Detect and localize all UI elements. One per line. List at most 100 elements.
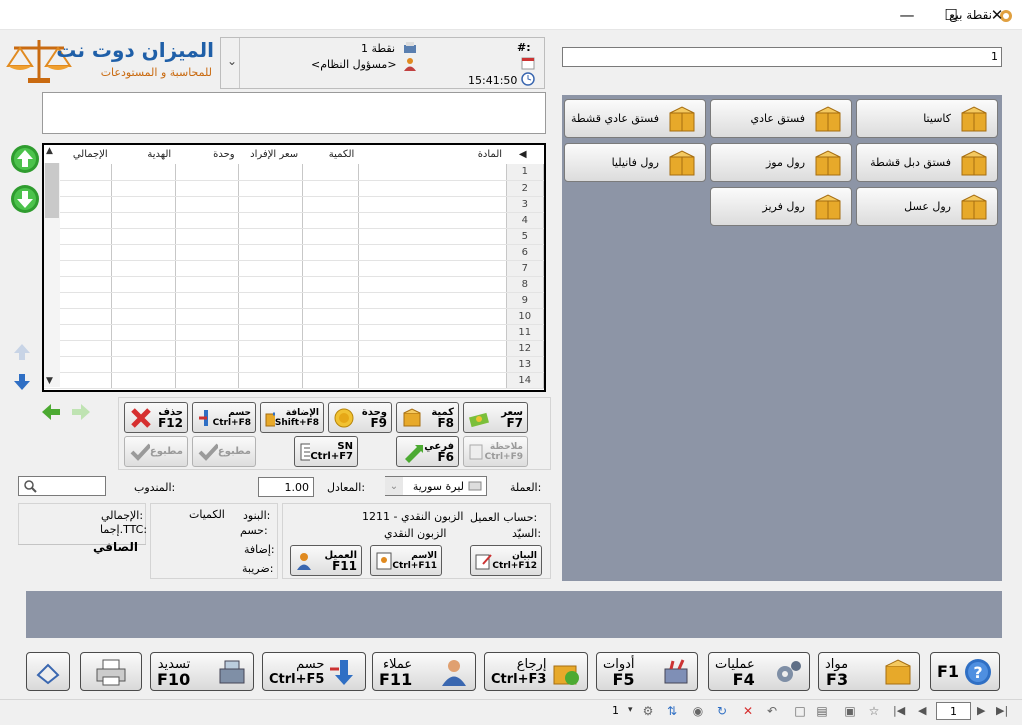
grid-cell[interactable] xyxy=(358,164,507,181)
grid-cell[interactable] xyxy=(302,180,359,197)
next-invoice-icon[interactable] xyxy=(70,402,92,422)
prev-invoice-icon[interactable] xyxy=(40,402,62,422)
grid-cell[interactable] xyxy=(358,340,507,357)
items-grid[interactable]: ◀ المادة الكمية سعر الإفراد وحدة الهدية الإجما… xyxy=(42,143,546,392)
price-button[interactable]: سعر F7 xyxy=(463,402,528,433)
grid-cell[interactable] xyxy=(175,260,240,277)
close-button[interactable]: ✕ xyxy=(974,0,1020,30)
grid-cell[interactable] xyxy=(175,292,240,309)
grid-cell[interactable] xyxy=(238,228,303,245)
operations-button[interactable]: عمليات F4 xyxy=(708,652,810,691)
minimize-button[interactable]: — xyxy=(884,0,930,30)
grid-cell[interactable] xyxy=(238,324,303,341)
rep-input[interactable] xyxy=(18,476,106,496)
notes-area[interactable] xyxy=(42,92,546,134)
printed-button-2[interactable]: مطبوع xyxy=(192,436,256,467)
grid-cell[interactable] xyxy=(302,196,359,213)
view-icon[interactable]: ◉ xyxy=(690,703,706,719)
product-button[interactable]: فستق عادي قشطة xyxy=(564,99,706,138)
grid-cell[interactable] xyxy=(302,340,359,357)
barcode-search-input[interactable]: 1 xyxy=(562,47,1002,67)
keyboard-button[interactable] xyxy=(26,652,70,691)
grid-cell[interactable] xyxy=(175,164,240,181)
help-button[interactable]: F1 ? xyxy=(930,652,1000,691)
grid-cell[interactable] xyxy=(302,260,359,277)
name-button[interactable]: الاسم Ctrl+F11 xyxy=(370,545,442,576)
table-row[interactable]: 8 xyxy=(44,276,544,293)
product-button[interactable]: رول عسل xyxy=(856,187,998,226)
cancel-icon[interactable]: ✕ xyxy=(740,703,756,719)
table-row[interactable]: 9 xyxy=(44,292,544,309)
grid-scroll-thumb[interactable] xyxy=(45,163,59,218)
scroll-top-icon[interactable]: ▲ xyxy=(46,146,53,156)
prev-page-icon[interactable]: ◀ xyxy=(918,704,926,717)
grid-cell[interactable] xyxy=(238,340,303,357)
table-row[interactable]: 5 xyxy=(44,228,544,245)
last-page-icon[interactable]: ▶| xyxy=(996,704,1012,719)
discount-button[interactable]: حسم Ctrl+F8 xyxy=(192,402,256,433)
column-header[interactable]: الكمية xyxy=(302,145,359,164)
grid-cell[interactable] xyxy=(358,292,507,309)
paste-icon[interactable]: ▤ xyxy=(814,703,830,719)
currency-dropdown-icon[interactable]: ⌄ xyxy=(385,477,403,495)
grid-cell[interactable] xyxy=(175,276,240,293)
grid-cell[interactable] xyxy=(175,212,240,229)
table-row[interactable]: 10 xyxy=(44,308,544,325)
grid-cell[interactable] xyxy=(238,212,303,229)
grid-cell[interactable] xyxy=(302,228,359,245)
table-row[interactable]: 3 xyxy=(44,196,544,213)
grid-cell[interactable] xyxy=(111,324,176,341)
column-header[interactable]: وحدة xyxy=(175,145,239,164)
grid-cell[interactable] xyxy=(111,196,176,213)
sort-icon[interactable]: ⇅ xyxy=(664,703,680,719)
grid-cell[interactable] xyxy=(175,340,240,357)
grid-cell[interactable] xyxy=(175,372,240,389)
materials-button[interactable]: مواد F3 xyxy=(818,652,920,691)
copy-icon[interactable]: □ xyxy=(792,703,808,719)
grid-cell[interactable] xyxy=(302,164,359,181)
star-icon[interactable]: ☆ xyxy=(866,703,882,719)
print-button[interactable] xyxy=(80,652,142,691)
grid-cell[interactable] xyxy=(111,340,176,357)
grid-cell[interactable] xyxy=(111,292,176,309)
grid-cell[interactable] xyxy=(238,244,303,261)
discount-bottom-button[interactable]: حسم Ctrl+F5 xyxy=(262,652,366,691)
grid-cell[interactable] xyxy=(175,180,240,197)
grid-cell[interactable] xyxy=(238,356,303,373)
scroll-bottom-icon[interactable]: ▼ xyxy=(46,376,53,386)
grid-cell[interactable] xyxy=(111,228,176,245)
grid-cell[interactable] xyxy=(238,292,303,309)
move-down-icon[interactable] xyxy=(10,184,40,214)
grid-cell[interactable] xyxy=(238,164,303,181)
add-button[interactable]: الإضافة Shift+F8 xyxy=(260,402,324,433)
grid-cell[interactable] xyxy=(238,308,303,325)
grid-cell[interactable] xyxy=(111,180,176,197)
grid-cell[interactable] xyxy=(175,244,240,261)
grid-cell[interactable] xyxy=(111,372,176,389)
grid-cell[interactable] xyxy=(175,356,240,373)
grid-cell[interactable] xyxy=(238,196,303,213)
settings-icon[interactable]: ⚙ xyxy=(640,703,656,719)
rate-input[interactable]: 1.00 xyxy=(258,477,314,497)
product-button[interactable]: رول فريز xyxy=(710,187,852,226)
grid-cell[interactable] xyxy=(358,372,507,389)
grid-cell[interactable] xyxy=(302,308,359,325)
maximize-button[interactable]: ☐ xyxy=(928,0,974,30)
scroll-down-arrow-icon[interactable] xyxy=(12,372,32,392)
delete-button[interactable]: حذف F12 xyxy=(124,402,188,433)
grid-cell[interactable] xyxy=(111,276,176,293)
grid-cell[interactable] xyxy=(175,324,240,341)
chevron-down-icon[interactable]: ⌄ xyxy=(227,54,237,68)
grid-cell[interactable] xyxy=(175,228,240,245)
customer-button[interactable]: العميل F11 xyxy=(290,545,362,576)
next-page-icon[interactable]: ▶ xyxy=(977,704,985,717)
grid-cell[interactable] xyxy=(175,308,240,325)
table-row[interactable]: 2 xyxy=(44,180,544,197)
grid-cell[interactable] xyxy=(302,244,359,261)
grid-cell[interactable] xyxy=(238,180,303,197)
grid-cell[interactable] xyxy=(358,228,507,245)
grid-cell[interactable] xyxy=(302,356,359,373)
grid-cell[interactable] xyxy=(302,292,359,309)
grid-cell[interactable] xyxy=(111,260,176,277)
first-page-icon[interactable]: |◀ xyxy=(893,704,905,717)
